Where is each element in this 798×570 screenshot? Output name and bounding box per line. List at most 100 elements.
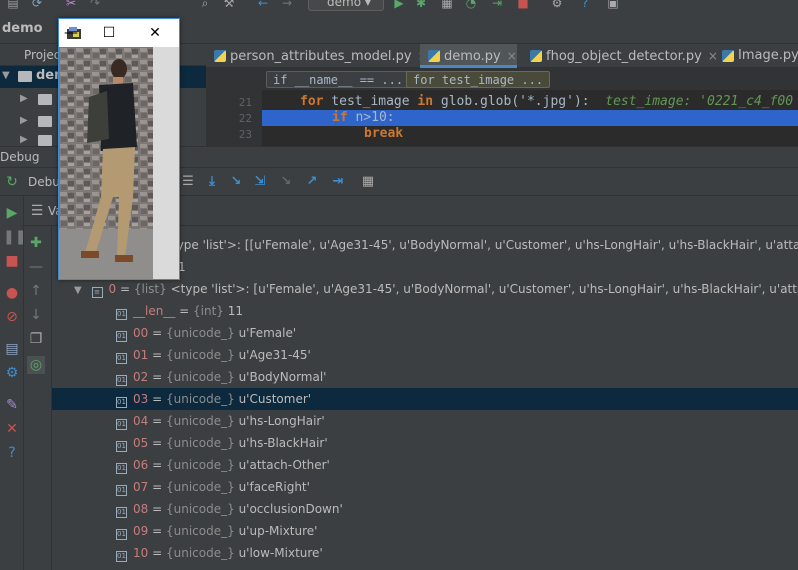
- variables-icon: ☰: [30, 203, 44, 219]
- variable-row[interactable]: 01 __len__ = {int} 11: [52, 300, 798, 322]
- cut-icon[interactable]: ✂: [64, 0, 78, 10]
- save-icon[interactable]: ▤: [6, 0, 20, 10]
- maximize-button[interactable]: ☐: [99, 23, 119, 43]
- variable-name: 02: [133, 370, 149, 384]
- forward-icon[interactable]: →: [280, 0, 294, 10]
- code-editor[interactable]: if __name__ == ... for test_image ... 21…: [206, 68, 798, 146]
- new-watch-icon[interactable]: ✚: [27, 234, 45, 252]
- variable-row-selected[interactable]: 01 03 = {unicode_} u'Customer': [52, 388, 798, 410]
- variable-row[interactable]: 01 09 = {unicode_} u'up-Mixture': [52, 520, 798, 542]
- field-var-icon: 01: [116, 441, 127, 452]
- structure-icon[interactable]: ▣: [606, 0, 620, 10]
- code-breadcrumb-if[interactable]: if __name__ == ...: [266, 71, 411, 88]
- step-over-icon[interactable]: ⤓: [204, 174, 220, 190]
- stop-icon[interactable]: ■: [516, 0, 530, 10]
- breadcrumb-project[interactable]: demo: [2, 21, 43, 36]
- variable-type: {unicode_}: [165, 370, 235, 384]
- close-icon[interactable]: ✕: [3, 420, 21, 438]
- variable-row[interactable]: 01 08 = {unicode_} u'occlusionDown': [52, 498, 798, 520]
- help-icon[interactable]: ?: [3, 444, 21, 462]
- variable-name: 08: [133, 502, 149, 516]
- variable-row[interactable]: ▼ ≡ 0 = {list} <type 'list'>: [u'Female',…: [52, 278, 798, 300]
- breakpoints-icon[interactable]: ●: [3, 284, 21, 302]
- tab-fhog-object-detector[interactable]: fhog_object_detector.py ×: [522, 44, 718, 68]
- main-toolbar: ▤ ⟳ ✂ ↷ ⌕ ⚒ ← → demo ▾ ▶ ✱ ▦ ◔ ⇥ ■ ⚙ ? ▣: [0, 0, 798, 14]
- tab-debugger[interactable]: Debu: [28, 168, 60, 196]
- variable-row[interactable]: 01 07 = {unicode_} u'faceRight': [52, 476, 798, 498]
- step-into-icon[interactable]: ↘: [228, 174, 244, 190]
- folder-icon: [38, 135, 52, 146]
- variable-row[interactable]: 01 02 = {unicode_} u'BodyNormal': [52, 366, 798, 388]
- variable-name: 04: [133, 414, 149, 428]
- stop-icon[interactable]: ■: [3, 252, 21, 270]
- variable-row[interactable]: 01 05 = {unicode_} u'hs-BlackHair': [52, 432, 798, 454]
- variable-row[interactable]: 01 10 = {unicode_} u'low-Mixture': [52, 542, 798, 564]
- image-window-titlebar[interactable]: — ☐ ✕: [59, 19, 179, 47]
- variable-row[interactable]: 1: [178, 256, 798, 278]
- field-var-icon: 01: [116, 309, 127, 320]
- close-icon[interactable]: ×: [507, 49, 517, 63]
- view-breakpoints-icon[interactable]: ☰: [180, 174, 196, 190]
- console-icon[interactable]: ▤: [3, 340, 21, 358]
- variable-name: 07: [133, 480, 149, 494]
- image-preview-window[interactable]: — ☐ ✕: [58, 18, 180, 280]
- tab-person-attributes-model[interactable]: person_attributes_model.py×: [206, 44, 428, 68]
- variable-row[interactable]: 01 06 = {unicode_} u'attach-Other': [52, 454, 798, 476]
- collapse-arrow-icon[interactable]: ▶: [20, 115, 28, 126]
- redo-icon[interactable]: ↷: [88, 0, 102, 10]
- field-var-icon: 01: [116, 463, 127, 474]
- run-icon[interactable]: ▶: [392, 0, 406, 10]
- pin-icon[interactable]: ✎: [3, 396, 21, 414]
- settings-icon[interactable]: ⚙: [3, 364, 21, 382]
- back-icon[interactable]: ←: [256, 0, 270, 10]
- step-out-icon[interactable]: ↗: [304, 174, 320, 190]
- evaluate-expression-icon[interactable]: ▦: [360, 174, 376, 190]
- settings-icon[interactable]: ⚙: [550, 0, 564, 10]
- variable-type: {unicode_}: [165, 326, 235, 340]
- debug-icon[interactable]: ✱: [414, 0, 428, 10]
- move-down-icon[interactable]: ↓: [27, 306, 45, 324]
- remove-watch-icon[interactable]: —: [27, 258, 45, 276]
- copy-icon[interactable]: ❐: [27, 330, 45, 348]
- force-step-into-icon[interactable]: ↘: [278, 174, 294, 190]
- variable-type: {unicode_}: [165, 524, 235, 538]
- attach-icon[interactable]: ⇥: [490, 0, 504, 10]
- variable-row[interactable]: 01 04 = {unicode_} u'hs-LongHair': [52, 410, 798, 432]
- pause-icon[interactable]: ❚❚: [3, 228, 26, 246]
- find-icon[interactable]: ⌕: [198, 0, 212, 10]
- expand-arrow-icon[interactable]: ▼: [74, 285, 82, 296]
- expand-arrow-icon[interactable]: ▼: [2, 70, 10, 81]
- code-text: glob.glob('*.jpg'):: [433, 94, 606, 109]
- resume-icon[interactable]: ▶: [3, 204, 21, 222]
- sync-icon[interactable]: ⟳: [30, 0, 44, 10]
- collapse-arrow-icon[interactable]: ▶: [20, 93, 28, 104]
- show-values-icon[interactable]: ◎: [27, 356, 45, 374]
- help-icon[interactable]: ?: [578, 0, 592, 10]
- move-up-icon[interactable]: ↑: [27, 282, 45, 300]
- replace-icon[interactable]: ⚒: [222, 0, 236, 10]
- close-button[interactable]: ✕: [145, 23, 165, 43]
- variable-name: 10: [133, 546, 149, 560]
- variable-type: {unicode_}: [165, 414, 235, 428]
- minimize-button[interactable]: —: [61, 23, 81, 43]
- field-var-icon: 01: [116, 507, 127, 518]
- step-into-my-code-icon[interactable]: ⇲: [252, 174, 268, 190]
- coverage-icon[interactable]: ▦: [440, 0, 454, 10]
- variable-row[interactable]: 01 01 = {unicode_} u'Age31-45': [52, 344, 798, 366]
- code-breadcrumb-for[interactable]: for test_image ...: [406, 71, 551, 88]
- field-var-icon: 01: [116, 375, 127, 386]
- rerun-icon[interactable]: ↻: [3, 173, 21, 191]
- mute-breakpoints-icon[interactable]: ⊘: [3, 308, 21, 326]
- variable-type: {unicode_}: [165, 480, 235, 494]
- variable-row[interactable]: type 'list'>: [[u'Female', u'Age31-45', …: [172, 234, 798, 256]
- tab-demo[interactable]: demo.py ×: [420, 44, 517, 68]
- run-config-select[interactable]: demo ▾: [308, 0, 384, 11]
- profile-icon[interactable]: ◔: [464, 0, 478, 10]
- variable-row[interactable]: 01 00 = {unicode_} u'Female': [52, 322, 798, 344]
- python-file-icon: [214, 50, 226, 62]
- variable-value: type 'list'>: [[u'Female', u'Age31-45', …: [172, 238, 798, 252]
- inline-debug-value: test_image: '0221_c4_f00: [605, 94, 794, 109]
- collapse-arrow-icon[interactable]: ▶: [20, 134, 28, 145]
- run-to-cursor-icon[interactable]: ⇥: [330, 174, 346, 190]
- tab-image[interactable]: Image.py: [714, 44, 798, 68]
